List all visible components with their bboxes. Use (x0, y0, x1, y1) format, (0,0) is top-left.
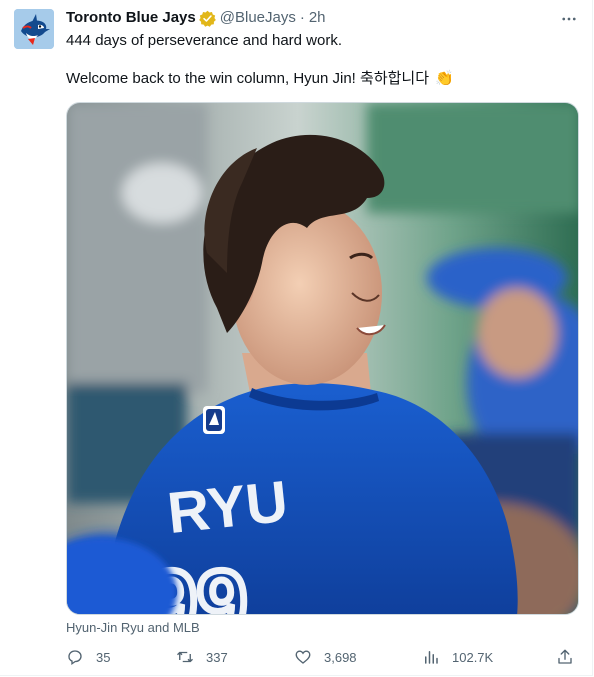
mlb-logo-icon (203, 406, 225, 434)
separator-dot: · (299, 9, 305, 26)
like-count: 3,698 (324, 649, 357, 665)
reply-button[interactable]: 35 (66, 648, 110, 666)
views-icon (425, 651, 438, 664)
more-icon[interactable] (560, 10, 578, 28)
tweet-line-1: 444 days of perseverance and hard work. (66, 32, 342, 49)
jersey-name-text: RYU (164, 469, 290, 546)
share-button[interactable] (556, 648, 574, 666)
views-count: 102.7K (452, 649, 494, 665)
verified-badge-icon (198, 10, 216, 27)
tweet-header: Toronto Blue Jays @BlueJays · 2h (66, 8, 326, 28)
heart-icon (295, 650, 311, 664)
views-button[interactable]: 102.7K (422, 648, 493, 666)
tweet-line-2-text: Welcome back to the win column, Hyun Jin… (66, 70, 430, 87)
timestamp[interactable]: 2h (309, 8, 326, 28)
clapping-hands-emoji: 👏 (435, 70, 454, 87)
action-bar: 35 337 3,698 102.7K (66, 648, 576, 668)
photo-ryu-smiling: RYU 99 (67, 103, 578, 614)
share-icon (558, 649, 572, 664)
author-handle[interactable]: @BlueJays (220, 8, 296, 28)
reply-count: 35 (96, 649, 111, 665)
blue-jays-logo (14, 9, 54, 49)
photo-caption: Hyun-Jin Ryu and MLB (66, 620, 200, 635)
repost-button[interactable]: 337 (176, 648, 228, 666)
reply-icon (68, 650, 82, 666)
like-button[interactable]: 3,698 (294, 648, 357, 666)
avatar[interactable] (14, 9, 54, 49)
tweet-photo[interactable]: RYU 99 (66, 102, 579, 615)
tweet-line-2: Welcome back to the win column, Hyun Jin… (66, 69, 566, 89)
repost-count: 337 (206, 649, 228, 665)
repost-icon (177, 651, 193, 663)
author-name[interactable]: Toronto Blue Jays (66, 8, 196, 28)
tweet-text: 444 days of perseverance and hard work. … (66, 31, 566, 89)
